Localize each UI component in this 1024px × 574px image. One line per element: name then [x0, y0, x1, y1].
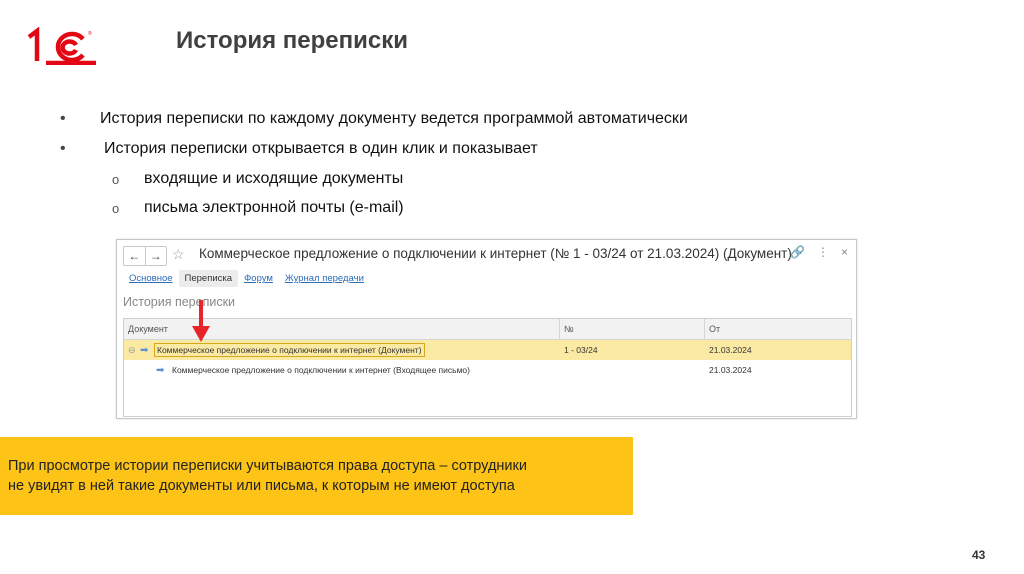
window-controls: 🔗 ⋮ × [790, 245, 848, 259]
1c-logo: ® [27, 27, 96, 65]
column-header-date[interactable]: От [709, 324, 720, 334]
bullet-text: История переписки по каждому документу в… [100, 110, 688, 127]
sub-bullet-mark: o [112, 172, 120, 187]
slide-title: История переписки [176, 27, 408, 54]
tab-correspondence[interactable]: Переписка [178, 270, 239, 287]
table-header: Документ № От [124, 319, 851, 340]
row-document: Коммерческое предложение о подключении к… [172, 365, 470, 375]
bullet-text: История переписки открывается в один кли… [104, 140, 538, 157]
tab-main[interactable]: Основное [123, 270, 179, 287]
close-icon[interactable]: × [841, 245, 848, 259]
link-icon[interactable]: 🔗 [790, 245, 805, 259]
tab-bar: Основное Переписка Форум Журнал передачи [123, 270, 370, 287]
sub-bullet-text: письма электронной почты (e-mail) [144, 199, 404, 216]
page-number: 43 [972, 548, 986, 562]
note-line: При просмотре истории переписки учитываю… [8, 458, 527, 474]
letter-arrow-icon: ➡ [156, 365, 165, 376]
note-text: При просмотре истории переписки учитываю… [8, 456, 628, 496]
bullet-item: • История переписки открывается в один к… [60, 137, 960, 167]
column-header-number[interactable]: № [564, 324, 574, 334]
document-arrow-icon: ➡ [140, 345, 149, 356]
access-note-box: При просмотре истории переписки учитываю… [0, 437, 633, 515]
forward-icon[interactable]: → [146, 247, 167, 265]
tab-forum[interactable]: Форум [238, 270, 279, 287]
note-line: не увидят в ней такие документы или пись… [8, 478, 515, 494]
star-icon[interactable]: ☆ [172, 246, 185, 263]
row-number: 1 - 03/24 [564, 345, 598, 355]
history-table: Документ № От ⊖ ➡ Коммерческое предложен… [123, 318, 852, 417]
sub-bullet-item: o входящие и исходящие документы [60, 167, 960, 196]
sub-bullet-item: o письма электронной почты (e-mail) [60, 196, 960, 225]
bullet-mark: • [60, 110, 66, 127]
panel-title: История переписки [123, 295, 236, 309]
bullet-item: • История переписки по каждому документу… [60, 107, 960, 137]
tab-transfer-log[interactable]: Журнал передачи [279, 270, 370, 287]
column-header-document[interactable]: Документ [128, 324, 168, 334]
collapse-icon[interactable]: ⊖ [128, 345, 136, 356]
document-window: ← → ☆ Коммерческое предложение о подключ… [116, 239, 857, 419]
row-date: 21.03.2024 [709, 345, 752, 355]
sub-bullet-text: входящие и исходящие документы [144, 170, 404, 187]
back-icon[interactable]: ← [124, 247, 146, 265]
row-document: Коммерческое предложение о подключении к… [154, 343, 425, 357]
nav-buttons: ← → [123, 246, 167, 266]
menu-icon[interactable]: ⋮ [817, 245, 829, 259]
svg-text:®: ® [88, 30, 92, 37]
table-row[interactable]: ➡ Коммерческое предложение о подключении… [124, 360, 851, 380]
red-arrow-pointer [192, 300, 210, 342]
sub-bullet-mark: o [112, 201, 120, 216]
row-date: 21.03.2024 [709, 365, 752, 375]
table-row[interactable]: ⊖ ➡ Коммерческое предложение о подключен… [124, 340, 851, 360]
bullet-mark: • [60, 140, 66, 157]
bullet-list: • История переписки по каждому документу… [60, 107, 960, 225]
window-title: Коммерческое предложение о подключении к… [199, 246, 792, 261]
